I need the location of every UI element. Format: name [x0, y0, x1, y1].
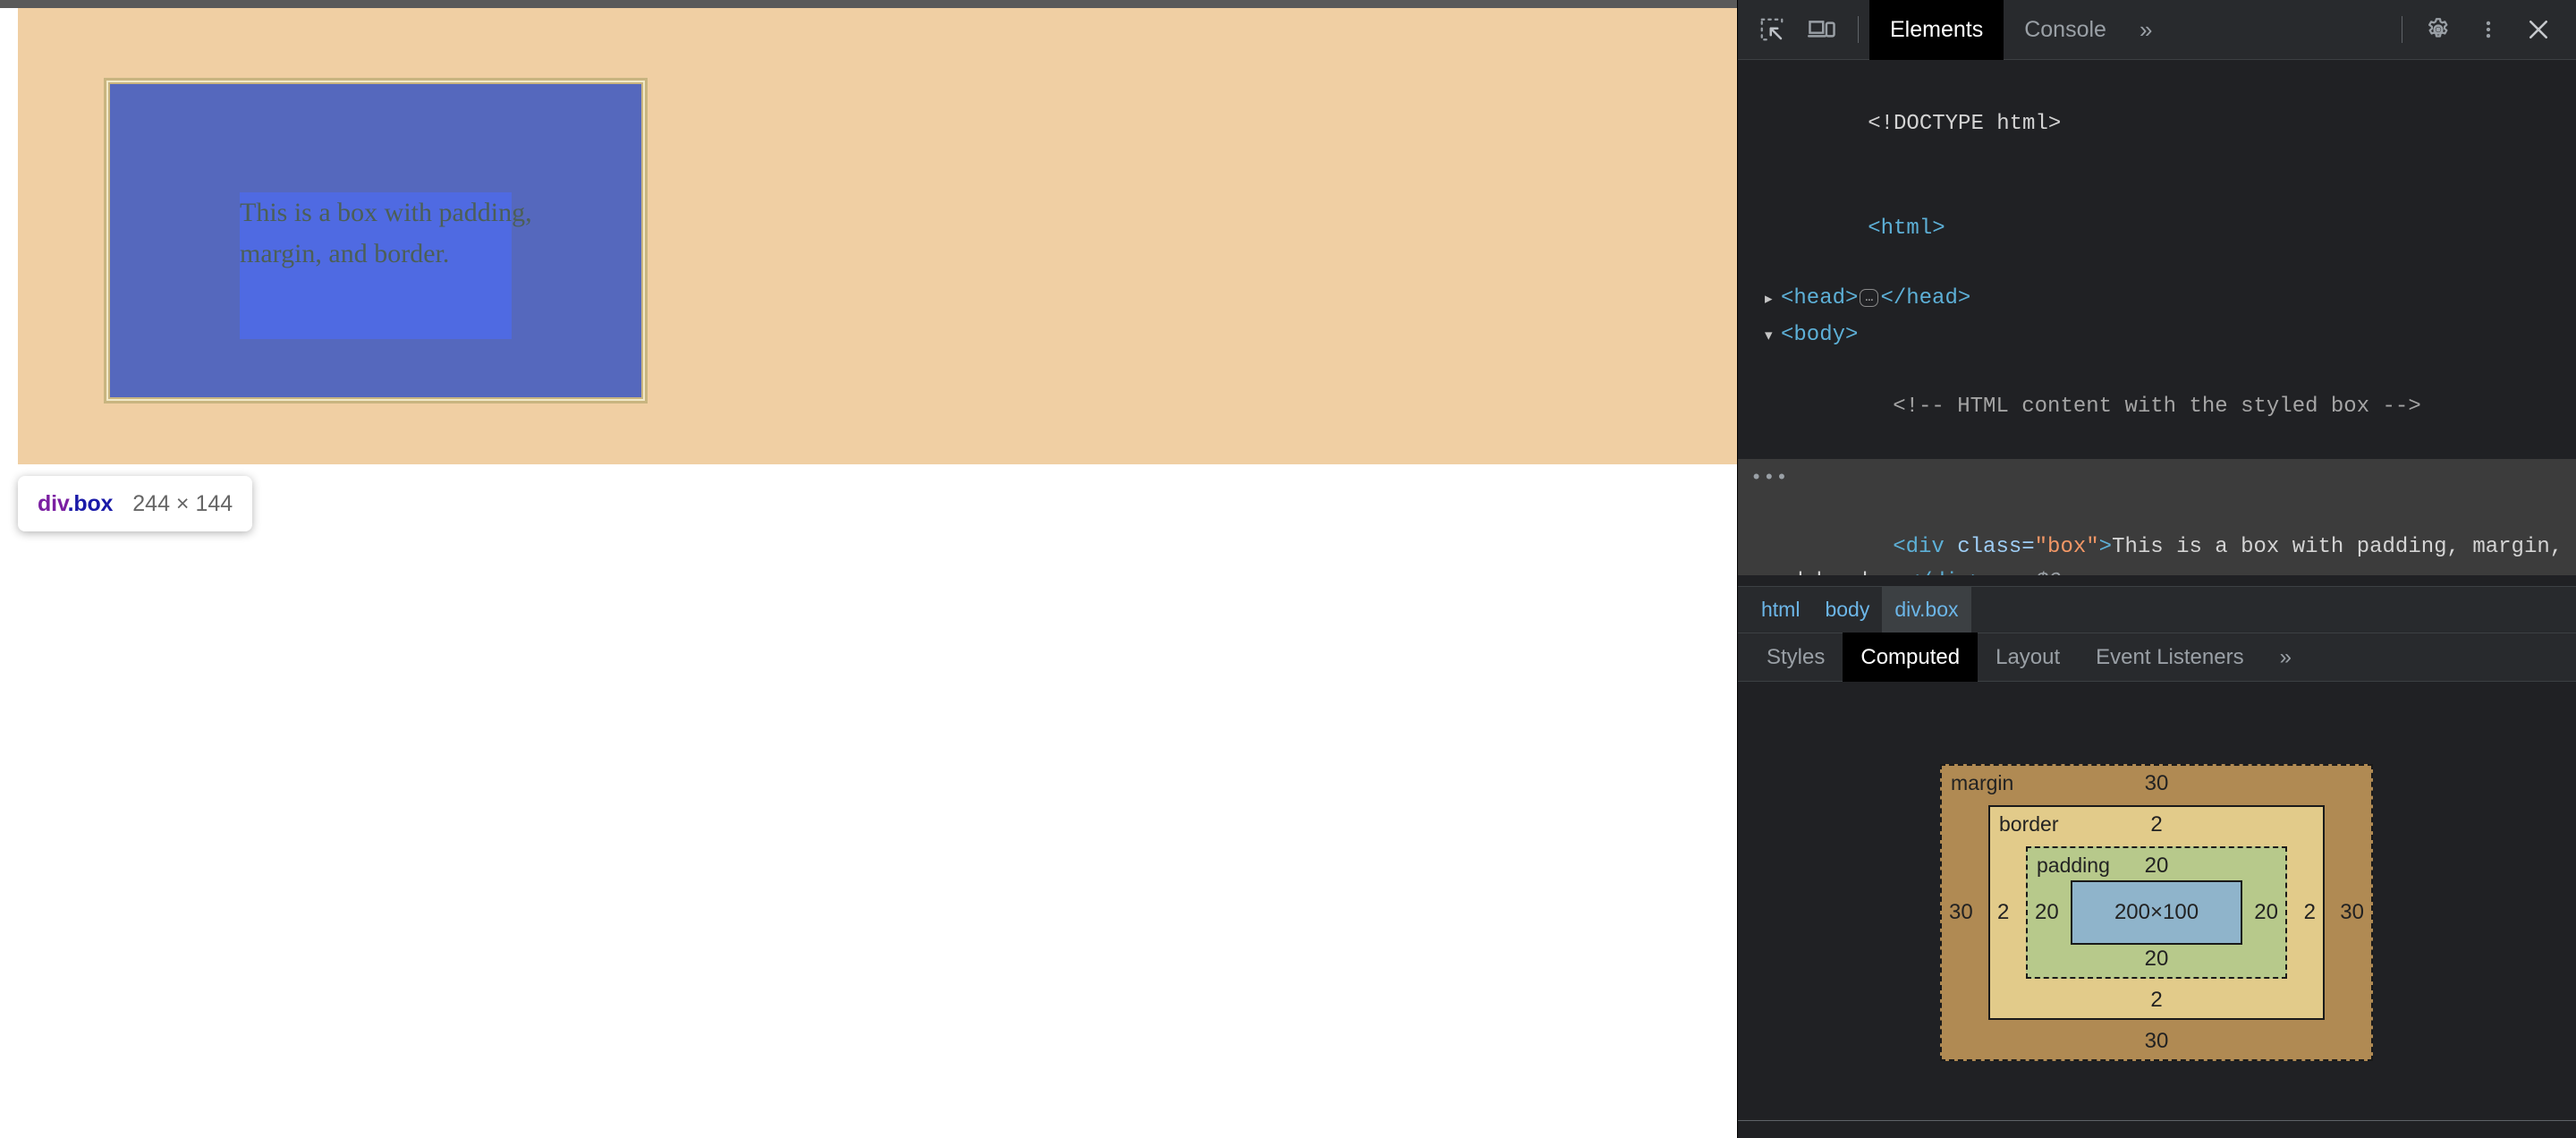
devtools-toolbar: Elements Console » [1738, 0, 2576, 60]
box-model-border-bottom[interactable]: 2 [1990, 988, 2323, 1013]
box-model-margin-bottom[interactable]: 30 [1942, 1029, 2371, 1054]
computed-pane: margin 30 30 30 30 border 2 2 2 2 paddin… [1738, 683, 2576, 1120]
tab-elements-label: Elements [1890, 16, 1984, 42]
breadcrumb: html body div.box [1738, 586, 2576, 633]
head-collapsed-ellipsis[interactable]: … [1860, 288, 1879, 307]
sidebar-tab-bar: Styles Computed Layout Event Listeners » [1738, 633, 2576, 682]
toolbar-right-group [2391, 6, 2576, 53]
inspect-element-icon [1758, 16, 1785, 43]
doctype-text: <!DOCTYPE html> [1868, 112, 2062, 136]
box-model-padding-left[interactable]: 20 [2035, 900, 2059, 925]
box-model-border-left[interactable]: 2 [1997, 900, 2009, 925]
dom-row-doctype[interactable]: <!DOCTYPE html> [1738, 72, 2576, 176]
page-viewport: This is a box with padding, margin, and … [0, 0, 1737, 1138]
tooltip-selector: div.box [38, 491, 113, 517]
gear-icon [2425, 16, 2452, 43]
breadcrumb-item-body-label: body [1825, 598, 1870, 621]
tab-console[interactable]: Console [2004, 0, 2127, 60]
box-model-diagram: margin 30 30 30 30 border 2 2 2 2 paddin… [1940, 764, 2373, 1061]
settings-button[interactable] [2413, 6, 2463, 53]
tab-computed[interactable]: Computed [1843, 633, 1979, 682]
screenshot-root: This is a box with padding, margin, and … [0, 0, 2576, 1138]
more-options-button[interactable] [2463, 6, 2513, 53]
box-model-content-size[interactable]: 200×100 [2114, 900, 2199, 925]
box-model-margin-top[interactable]: 30 [1942, 771, 2371, 796]
node-badge-icon[interactable]: ••• [1750, 461, 1789, 496]
tab-event-listeners[interactable]: Event Listeners [2078, 633, 2261, 682]
inspect-element-button[interactable] [1747, 6, 1797, 53]
console-reference: == $0 [1996, 570, 2061, 575]
styled-box-text: This is a box with padding, margin, and … [240, 198, 532, 268]
breadcrumb-item-body[interactable]: body [1812, 587, 1882, 633]
head-open-tag: <head> [1781, 286, 1859, 310]
page-body: This is a box with padding, margin, and … [18, 8, 1737, 464]
breadcrumb-item-html-label: html [1761, 598, 1801, 621]
box-model-border-right[interactable]: 2 [2304, 900, 2316, 925]
tooltip-tag-name: div [38, 490, 68, 516]
browser-chrome-strip [0, 0, 1737, 8]
dom-tree[interactable]: <!DOCTYPE html> <html> ▸ <head>… </head> ▾… [1738, 61, 2576, 575]
dom-row-body-open[interactable]: ▾ <body> [1738, 318, 2576, 354]
html-open-tag: <html> [1868, 217, 1945, 241]
tab-computed-label: Computed [1860, 644, 1961, 669]
tab-console-label: Console [2024, 16, 2106, 42]
device-toolbar-icon [1808, 16, 1836, 43]
tooltip-class-name: .box [67, 490, 114, 516]
tab-styles-label: Styles [1767, 644, 1826, 669]
tooltip-dimensions: 244 × 144 [132, 490, 233, 516]
dom-row-head[interactable]: ▸ <head>… </head> [1738, 281, 2576, 318]
div-tag-gt: > [2098, 535, 2113, 559]
dom-row-selected-div[interactable]: ••• <div class="box">This is a box with … [1738, 459, 2576, 575]
close-devtools-button[interactable] [2513, 6, 2563, 53]
div-close-tag: </div> [1906, 570, 1983, 575]
dom-row-comment[interactable]: <!-- HTML content with the styled box --… [1738, 354, 2576, 459]
tab-overflow-button[interactable]: » [2127, 0, 2165, 60]
dom-row-html-open[interactable]: <html> [1738, 176, 2576, 281]
tab-event-listeners-label: Event Listeners [2096, 644, 2244, 669]
tab-layout-label: Layout [1996, 644, 2061, 669]
sidebar-tab-overflow-button[interactable]: » [2262, 633, 2309, 682]
expand-arrow-head-icon[interactable]: ▸ [1765, 283, 1781, 318]
devtools-panel: Elements Console » <!DOCTYPE html> <html… [1737, 0, 2576, 1138]
toolbar-divider-left [1858, 16, 1859, 43]
body-open-tag: <body> [1781, 323, 1859, 347]
div-attr-value[interactable]: "box" [2035, 535, 2099, 559]
box-model-padding-right[interactable]: 20 [2254, 900, 2278, 925]
box-model-margin-right[interactable]: 30 [2340, 900, 2364, 925]
html-comment-text: <!-- HTML content with the styled box --… [1893, 395, 2421, 419]
div-open-tag: <div [1893, 535, 1958, 559]
three-dot-menu-icon [2477, 16, 2500, 43]
tab-elements[interactable]: Elements [1869, 0, 2004, 60]
close-icon [2525, 16, 2552, 43]
box-model-content-layer[interactable]: 200×100 [2071, 880, 2242, 945]
device-toolbar-button[interactable] [1797, 6, 1847, 53]
collapse-arrow-body-icon[interactable]: ▾ [1765, 319, 1781, 354]
element-info-tooltip: div.box 244 × 144 [18, 476, 253, 531]
box-model-padding-bottom[interactable]: 20 [2028, 947, 2285, 972]
div-inner-text[interactable]: This is a box with padding, margin, and … [1765, 535, 2576, 575]
breadcrumb-item-divbox[interactable]: div.box [1882, 586, 1971, 633]
box-model-margin-left[interactable]: 30 [1949, 900, 1973, 925]
box-model-padding-top[interactable]: 20 [2028, 854, 2285, 879]
box-model-border-top[interactable]: 2 [1990, 812, 2323, 837]
devtools-bottom-divider [1738, 1120, 2576, 1121]
breadcrumb-item-divbox-label: div.box [1894, 598, 1959, 621]
breadcrumb-item-html[interactable]: html [1749, 587, 1812, 633]
tab-styles[interactable]: Styles [1749, 633, 1843, 682]
tab-layout[interactable]: Layout [1978, 633, 2078, 682]
head-close-tag: </head> [1880, 286, 1971, 310]
div-attr-name[interactable]: class= [1957, 535, 2034, 559]
element-highlight-overlay: This is a box with padding, margin, and … [104, 78, 648, 403]
